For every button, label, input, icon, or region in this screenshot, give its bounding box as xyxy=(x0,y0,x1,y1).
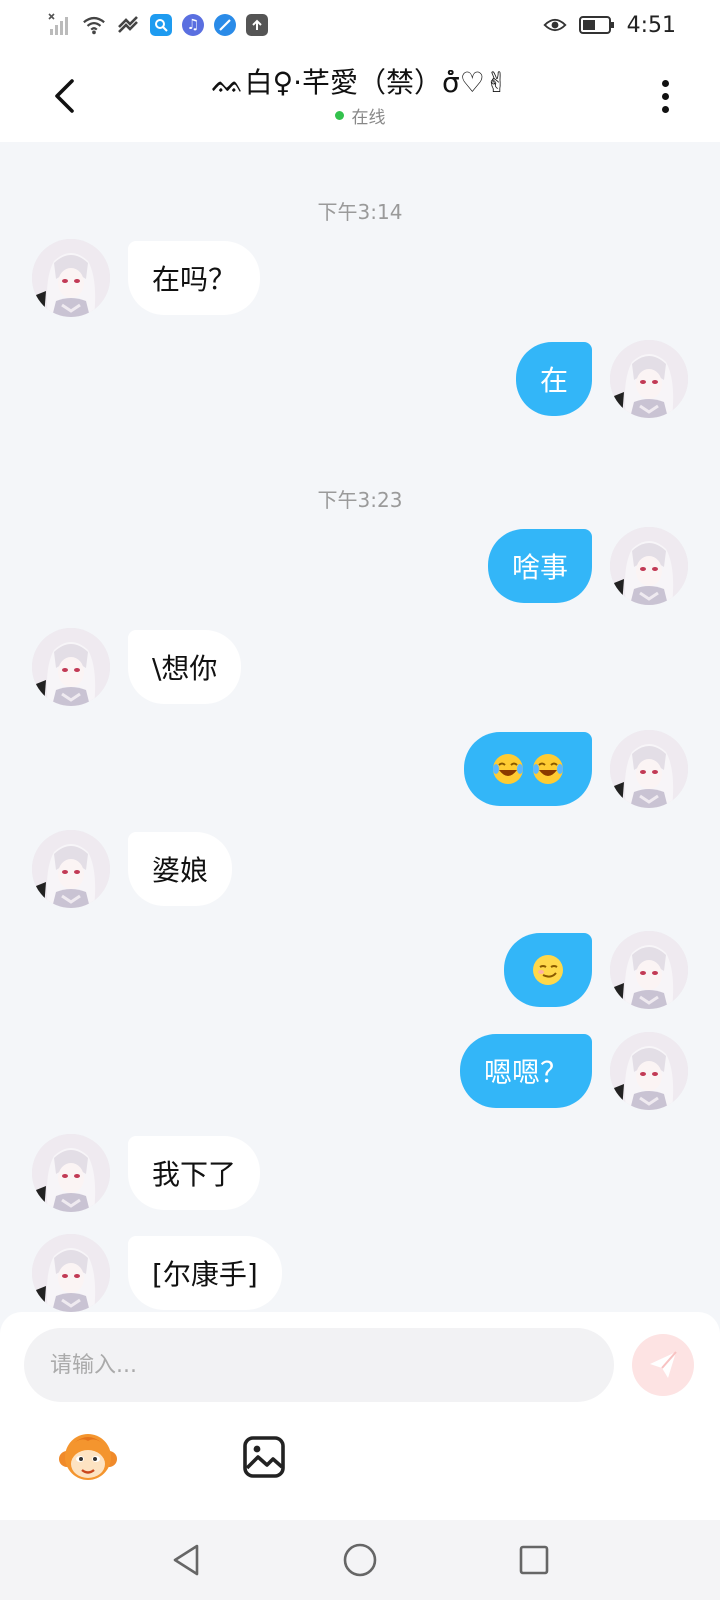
my-avatar[interactable] xyxy=(610,1032,688,1110)
contact-avatar[interactable] xyxy=(32,830,110,908)
system-navigation-bar xyxy=(0,1520,720,1600)
nav-home-button[interactable] xyxy=(332,1532,388,1588)
message-input[interactable] xyxy=(24,1328,614,1402)
status-right-icons: 4:51 xyxy=(542,12,676,38)
message-text: 嗯嗯？ xyxy=(483,1056,568,1089)
send-icon xyxy=(650,1351,677,1378)
message-bubble[interactable]: 啥事 xyxy=(487,529,592,603)
my-avatar[interactable] xyxy=(610,730,688,808)
contact-avatar[interactable] xyxy=(32,1134,110,1212)
my-avatar[interactable] xyxy=(610,527,688,605)
recents-square-icon xyxy=(519,1545,549,1575)
online-dot-icon xyxy=(334,110,344,120)
smirk-emoji xyxy=(528,953,568,987)
more-options-button[interactable] xyxy=(650,74,680,118)
message-bubble[interactable] xyxy=(464,732,592,806)
wifi-icon xyxy=(82,13,106,37)
outgoing-message: 在 xyxy=(515,340,688,418)
nav-back-button[interactable] xyxy=(158,1532,214,1588)
sticker-button[interactable] xyxy=(58,1427,118,1487)
outgoing-message xyxy=(504,931,688,1009)
upload-icon xyxy=(246,14,268,36)
chat-timestamp: 下午3:23 xyxy=(317,488,403,512)
contact-avatar[interactable] xyxy=(32,239,110,317)
home-circle-icon xyxy=(343,1543,377,1577)
incoming-message: 在吗？ xyxy=(32,239,261,317)
chevron-left-icon xyxy=(55,79,74,113)
message-text: 我下了 xyxy=(152,1158,237,1191)
image-icon xyxy=(243,1436,285,1478)
contact-avatar[interactable] xyxy=(32,628,110,706)
message-text: 婆娘 xyxy=(152,854,209,887)
my-avatar[interactable] xyxy=(610,340,688,418)
message-bubble[interactable] xyxy=(504,933,592,1007)
message-bubble[interactable]: 嗯嗯？ xyxy=(459,1034,592,1108)
chat-message-list[interactable]: 下午3:14 在吗？ 在下午3:23 啥事 \想你婆娘嗯嗯？ 我下了 [尔康手] xyxy=(0,142,720,1312)
back-button[interactable] xyxy=(44,74,84,118)
message-text: \想你 xyxy=(152,652,218,685)
search-app-icon xyxy=(150,14,172,36)
status-left-icons: ♫ xyxy=(48,13,268,37)
message-bubble[interactable]: [尔康手] xyxy=(128,1236,282,1310)
sticker-monkey-icon xyxy=(59,1434,117,1480)
outgoing-message: 嗯嗯？ xyxy=(459,1032,688,1110)
laughing-tears-emoji xyxy=(528,752,568,786)
message-bubble[interactable]: \想你 xyxy=(128,630,242,704)
more-dot-icon xyxy=(661,105,669,113)
incoming-message: 婆娘 xyxy=(32,830,233,908)
message-bubble[interactable]: 在 xyxy=(515,342,592,416)
battery-icon xyxy=(578,13,615,37)
image-button[interactable] xyxy=(234,1427,294,1487)
more-dot-icon xyxy=(661,79,669,87)
status-bar: ♫ 4:51 xyxy=(0,0,720,50)
music-app-icon: ♫ xyxy=(182,14,204,36)
browser-app-icon xyxy=(214,14,236,36)
message-bubble[interactable]: 婆娘 xyxy=(128,832,233,906)
data-sync-icon xyxy=(116,13,140,37)
incoming-message: \想你 xyxy=(32,628,242,706)
message-text: 在吗？ xyxy=(152,263,237,296)
incoming-message: 我下了 xyxy=(32,1134,261,1212)
send-button[interactable] xyxy=(632,1334,694,1396)
contact-avatar[interactable] xyxy=(32,1234,110,1312)
back-triangle-icon xyxy=(173,1544,199,1576)
outgoing-message: 啥事 xyxy=(487,527,688,605)
message-bubble[interactable]: 在吗？ xyxy=(128,241,261,315)
presence-indicator: 在线 xyxy=(334,103,386,128)
message-text: [尔康手] xyxy=(152,1258,258,1291)
message-bubble[interactable]: 我下了 xyxy=(128,1136,261,1210)
nav-recents-button[interactable] xyxy=(506,1532,562,1588)
signal-icon xyxy=(48,13,72,37)
chat-header: ᨐ白♀·芊愛（禁）σໍໍ♡✌ 在线 xyxy=(0,50,720,142)
chat-timestamp: 下午3:14 xyxy=(317,200,403,224)
outgoing-message xyxy=(464,730,688,808)
presence-label: 在线 xyxy=(351,107,386,128)
message-text: 啥事 xyxy=(511,551,568,584)
my-avatar[interactable] xyxy=(610,931,688,1009)
more-dot-icon xyxy=(661,92,669,100)
laughing-tears-emoji xyxy=(488,752,528,786)
status-time: 4:51 xyxy=(626,12,676,38)
incoming-message: [尔康手] xyxy=(32,1234,282,1312)
eye-icon xyxy=(542,13,567,37)
contact-info[interactable]: ᨐ白♀·芊愛（禁）σໍໍ♡✌ 在线 xyxy=(212,65,509,128)
contact-name: ᨐ白♀·芊愛（禁）σໍໍ♡✌ xyxy=(211,65,509,99)
message-composer xyxy=(0,1312,720,1520)
message-text: 在 xyxy=(539,364,568,397)
